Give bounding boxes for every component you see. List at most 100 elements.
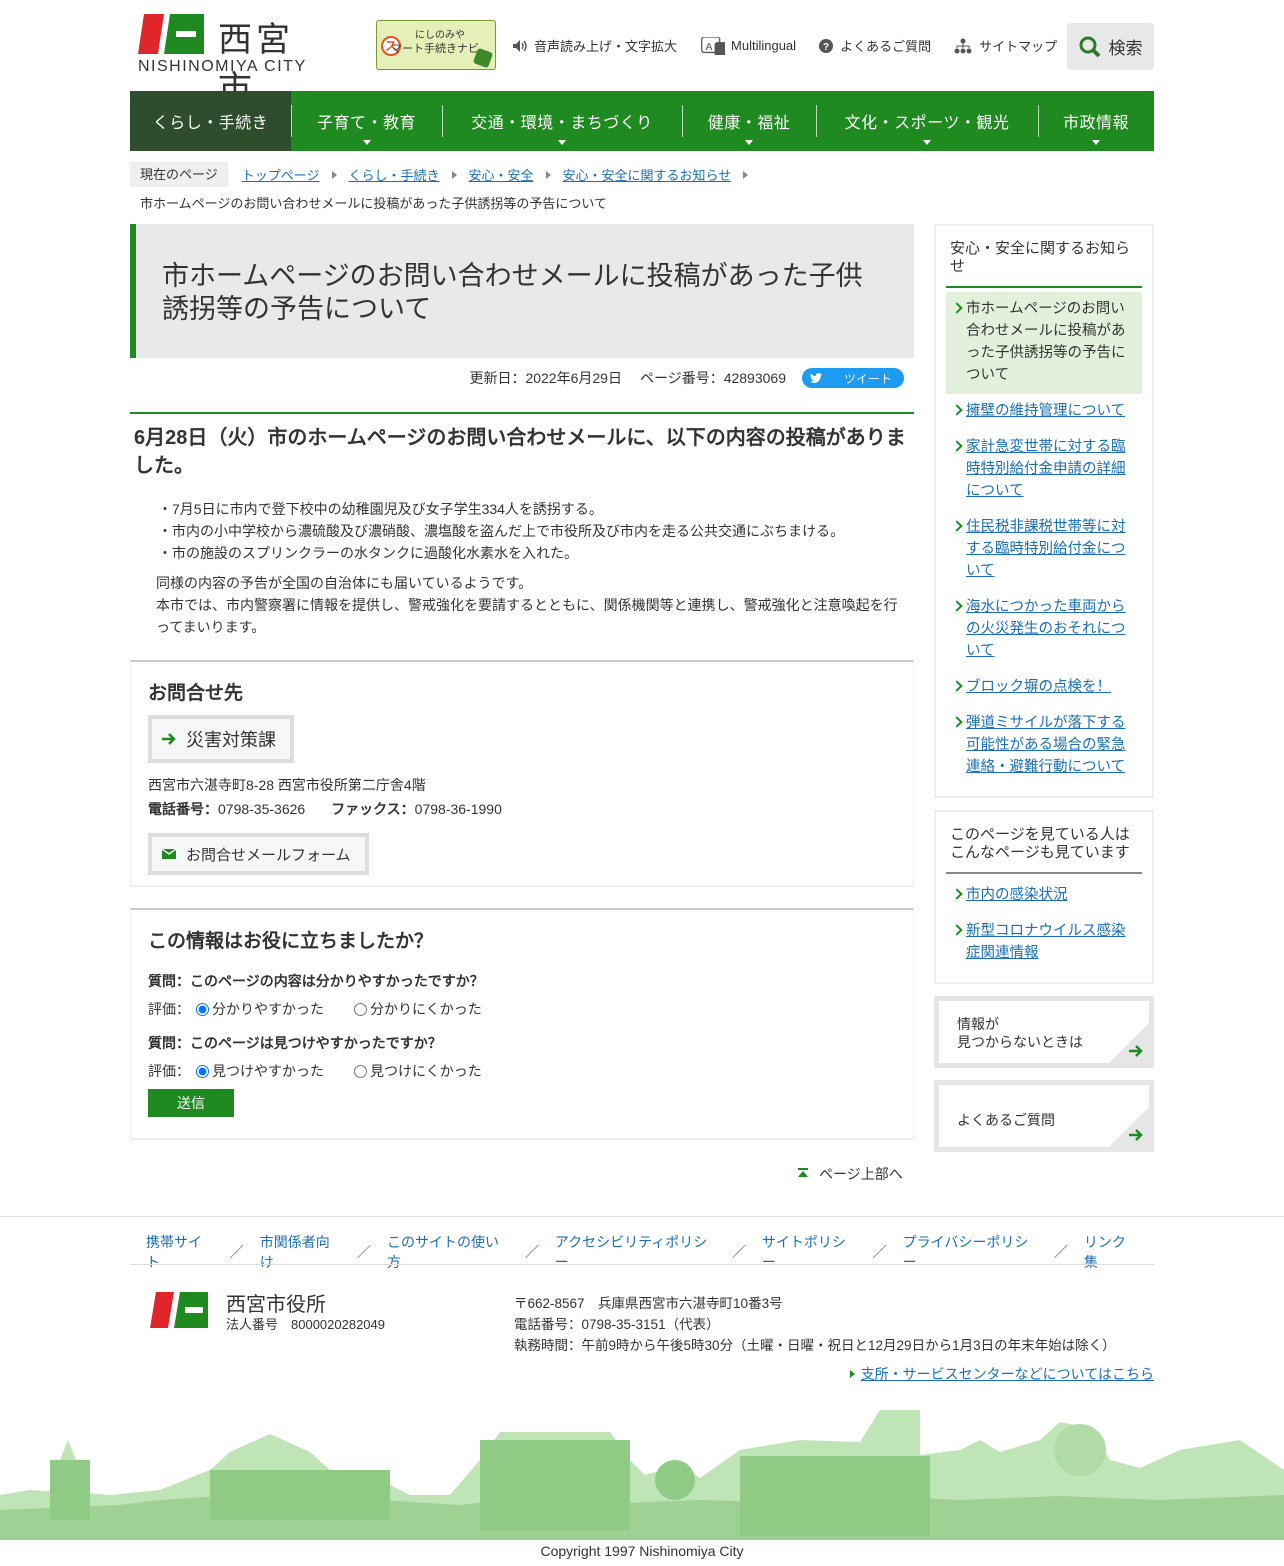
footer-corp-number: 法人番号 8000020282049 <box>226 1317 385 1332</box>
footer-phone: 電話番号：0798-35-3151（代表） <box>514 1317 720 1332</box>
svg-text:A: A <box>706 41 713 52</box>
option-label: 見つけやすかった <box>212 1063 324 1079</box>
rating-option-easy[interactable]: 分かりやすかった <box>190 999 324 1019</box>
sidebar-link[interactable]: 新型コロナウイルス感染症関連情報 <box>966 923 1126 961</box>
list-item: 新型コロナウイルス感染症関連情報 <box>946 914 1142 972</box>
gnav-label: 市政情報 <box>1062 115 1129 132</box>
footer-branch-link[interactable]: 支所・サービスセンターなどについてはこちら <box>861 1364 1154 1384</box>
footer-link-links[interactable]: リンク集 <box>1068 1232 1154 1272</box>
breadcrumb-link-kurashi[interactable]: くらし・手続き <box>341 165 448 184</box>
department-link[interactable]: 災害対策課 <box>148 715 294 763</box>
navi-banner-line2: マート手続きナビ <box>391 43 479 55</box>
breadcrumb-separator-icon <box>743 170 749 179</box>
gnav-item-kosodate[interactable]: 子育て・教育 <box>291 91 442 151</box>
also-viewed-title: このページを見ている人はこんなページも見ています <box>946 826 1142 874</box>
sidebar-link[interactable]: 市内の感染状況 <box>966 887 1068 903</box>
banner-line: よくあるご質問 <box>957 1112 1055 1128</box>
rating-option-hard[interactable]: 分かりにくかった <box>348 999 482 1019</box>
radio-easy-to-find[interactable] <box>196 1064 209 1078</box>
svg-text:?: ? <box>823 42 829 53</box>
sidebar-link[interactable]: 海水につかった車両からの火災発生のおそれについて <box>966 599 1126 659</box>
breadcrumb-link-anshin[interactable]: 安心・安全 <box>461 165 542 184</box>
body-paragraph: 本市では、市内警察署に情報を提供し、警戒強化を要請するとともに、関係機関等と連携… <box>156 597 898 635</box>
option-label: 分かりにくかった <box>370 1001 482 1017</box>
sitemap-label: サイトマップ <box>979 39 1058 54</box>
footer-city-logo <box>150 1292 208 1328</box>
faq-banner[interactable]: よくあるご質問 <box>934 1080 1154 1152</box>
sidebar-link[interactable]: 擁壁の維持管理について <box>966 403 1125 419</box>
contact-mail-form-button[interactable]: お問合せメールフォーム <box>148 833 369 875</box>
list-item: 海水につかった車両からの火災発生のおそれについて <box>946 590 1142 670</box>
rating-option-hard-find[interactable]: 見つけにくかった <box>348 1061 482 1081</box>
footer-separator: ／ <box>731 1244 746 1260</box>
footer-address: 〒662-8567 兵庫県西宮市六湛寺町10番3号 電話番号：0798-35-3… <box>514 1293 1116 1356</box>
footer-link-mobile[interactable]: 携帯サイト <box>130 1232 230 1272</box>
sitemap-link[interactable]: サイトマップ <box>953 36 1057 55</box>
footer-link-accessibility[interactable]: アクセシビリティポリシー <box>539 1232 732 1272</box>
article-heading: 6月28日（火）市のホームページのお問い合わせメールに、以下の内容の投稿がありま… <box>134 427 906 477</box>
radio-hard-to-find[interactable] <box>354 1064 367 1078</box>
gnav-item-shisei[interactable]: 市政情報 <box>1038 91 1154 151</box>
related-notices-box: 安心・安全に関するお知らせ 市ホームページのお問い合わせメールに投稿があった子供… <box>934 224 1154 798</box>
rating-option-easy-find[interactable]: 見つけやすかった <box>190 1061 324 1081</box>
sidebar-link[interactable]: 家計急変世帯に対する臨時特別給付金申請の詳細について <box>966 439 1126 499</box>
question-icon: ? <box>819 38 834 53</box>
gnav-label: くらし・手続き <box>152 115 269 132</box>
sidebar-link[interactable]: ブロック塀の点検を！ <box>966 679 1111 695</box>
page-top-link[interactable]: ページ上部へ <box>797 1164 903 1184</box>
footer-link-privacy[interactable]: プライバシーポリシー <box>887 1232 1054 1272</box>
breadcrumb-link-top[interactable]: トップページ <box>234 165 328 184</box>
gnav-item-kotsu[interactable]: 交通・環境・まちづくり <box>442 91 682 151</box>
tel-number: 0798-35-3626 <box>218 801 306 817</box>
tweet-button[interactable]: ツイート <box>801 368 904 388</box>
footer-separator: ／ <box>356 1244 371 1260</box>
breadcrumb-separator-icon <box>545 170 551 179</box>
mail-icon <box>162 849 176 859</box>
radio-easy-to-understand[interactable] <box>196 1002 209 1016</box>
twitter-bird-icon <box>809 373 822 383</box>
gnav-item-kurashi[interactable]: くらし・手続き <box>130 91 291 151</box>
arrow-right-icon <box>162 733 176 745</box>
article-section: 6月28日（火）市のホームページのお問い合わせメールに、以下の内容の投稿がありま… <box>130 412 914 638</box>
footer-separator: ／ <box>229 1244 244 1260</box>
banner-line: 見つからないときは <box>957 1034 1083 1050</box>
fax-label: ファックス： <box>331 801 415 817</box>
radio-hard-to-understand[interactable] <box>354 1002 367 1016</box>
footer-link-site-policy[interactable]: サイトポリシー <box>746 1232 873 1272</box>
site-header: 西宮市 NISHINOMIYA CITY にしのみや ス マート手続きナビ 音声… <box>130 0 1154 109</box>
footer-separator: ／ <box>524 1244 539 1260</box>
survey-rating-2: 評価： 見つけやすかった 見つけにくかった <box>148 1061 896 1081</box>
chevron-down-icon <box>923 140 931 145</box>
mail-form-label: お問合せメールフォーム <box>186 846 351 864</box>
contact-address: 西宮市六湛寺町8-28 西宮市役所第二庁舎4階 <box>148 777 426 793</box>
faq-label: よくあるご質問 <box>840 39 932 54</box>
breadcrumb: 現在のページ トップページ くらし・手続き 安心・安全 安心・安全に関するお知ら… <box>130 162 1154 218</box>
footer-link-staff[interactable]: 市関係者向け <box>244 1232 357 1272</box>
survey-submit-button[interactable]: 送信 <box>148 1089 234 1117</box>
chevron-down-icon <box>1092 140 1100 145</box>
info-not-found-banner[interactable]: 情報が 見つからないときは <box>934 996 1154 1068</box>
breadcrumb-link-oshirase[interactable]: 安心・安全に関するお知らせ <box>555 165 740 184</box>
survey-question-1: 質問：このページの内容は分かりやすかったですか？ <box>148 973 484 989</box>
footer-org-name: 西宮市役所 <box>226 1294 326 1316</box>
banner-corner <box>1109 1107 1149 1147</box>
city-skyline-illustration <box>0 1410 1284 1540</box>
faq-link[interactable]: ? よくあるご質問 <box>818 36 931 55</box>
rating-label: 評価： <box>148 1063 190 1079</box>
page-title-box: 市ホームページのお問い合わせメールに投稿があった子供誘拐等の予告について <box>130 224 914 358</box>
gnav-item-kenko[interactable]: 健康・福祉 <box>682 91 816 151</box>
site-logo[interactable]: 西宮市 NISHINOMIYA CITY <box>138 12 328 109</box>
gnav-label: 健康・福祉 <box>707 115 791 132</box>
speech-zoom-link[interactable]: 音声読み上げ・文字拡大 <box>512 36 677 55</box>
multilingual-link[interactable]: A Multilingual <box>699 36 796 55</box>
gnav-label: 子育て・教育 <box>316 115 416 132</box>
gnav-item-bunka[interactable]: 文化・スポーツ・観光 <box>816 91 1038 151</box>
sidebar-link[interactable]: 住民税非課税世帯等に対する臨時特別給付金について <box>966 519 1126 579</box>
search-button[interactable]: 検索 <box>1067 23 1154 70</box>
gnav-label: 文化・スポーツ・観光 <box>844 115 1010 132</box>
footer-link-howto[interactable]: このサイトの使い方 <box>371 1232 525 1272</box>
smart-procedure-navi-banner[interactable]: にしのみや ス マート手続きナビ <box>376 20 496 70</box>
footer-separator: ／ <box>872 1244 887 1260</box>
multilingual-label: Multilingual <box>731 38 797 53</box>
sidebar-link[interactable]: 弾道ミサイルが落下する可能性がある場合の緊急連絡・避難行動について <box>966 715 1126 775</box>
